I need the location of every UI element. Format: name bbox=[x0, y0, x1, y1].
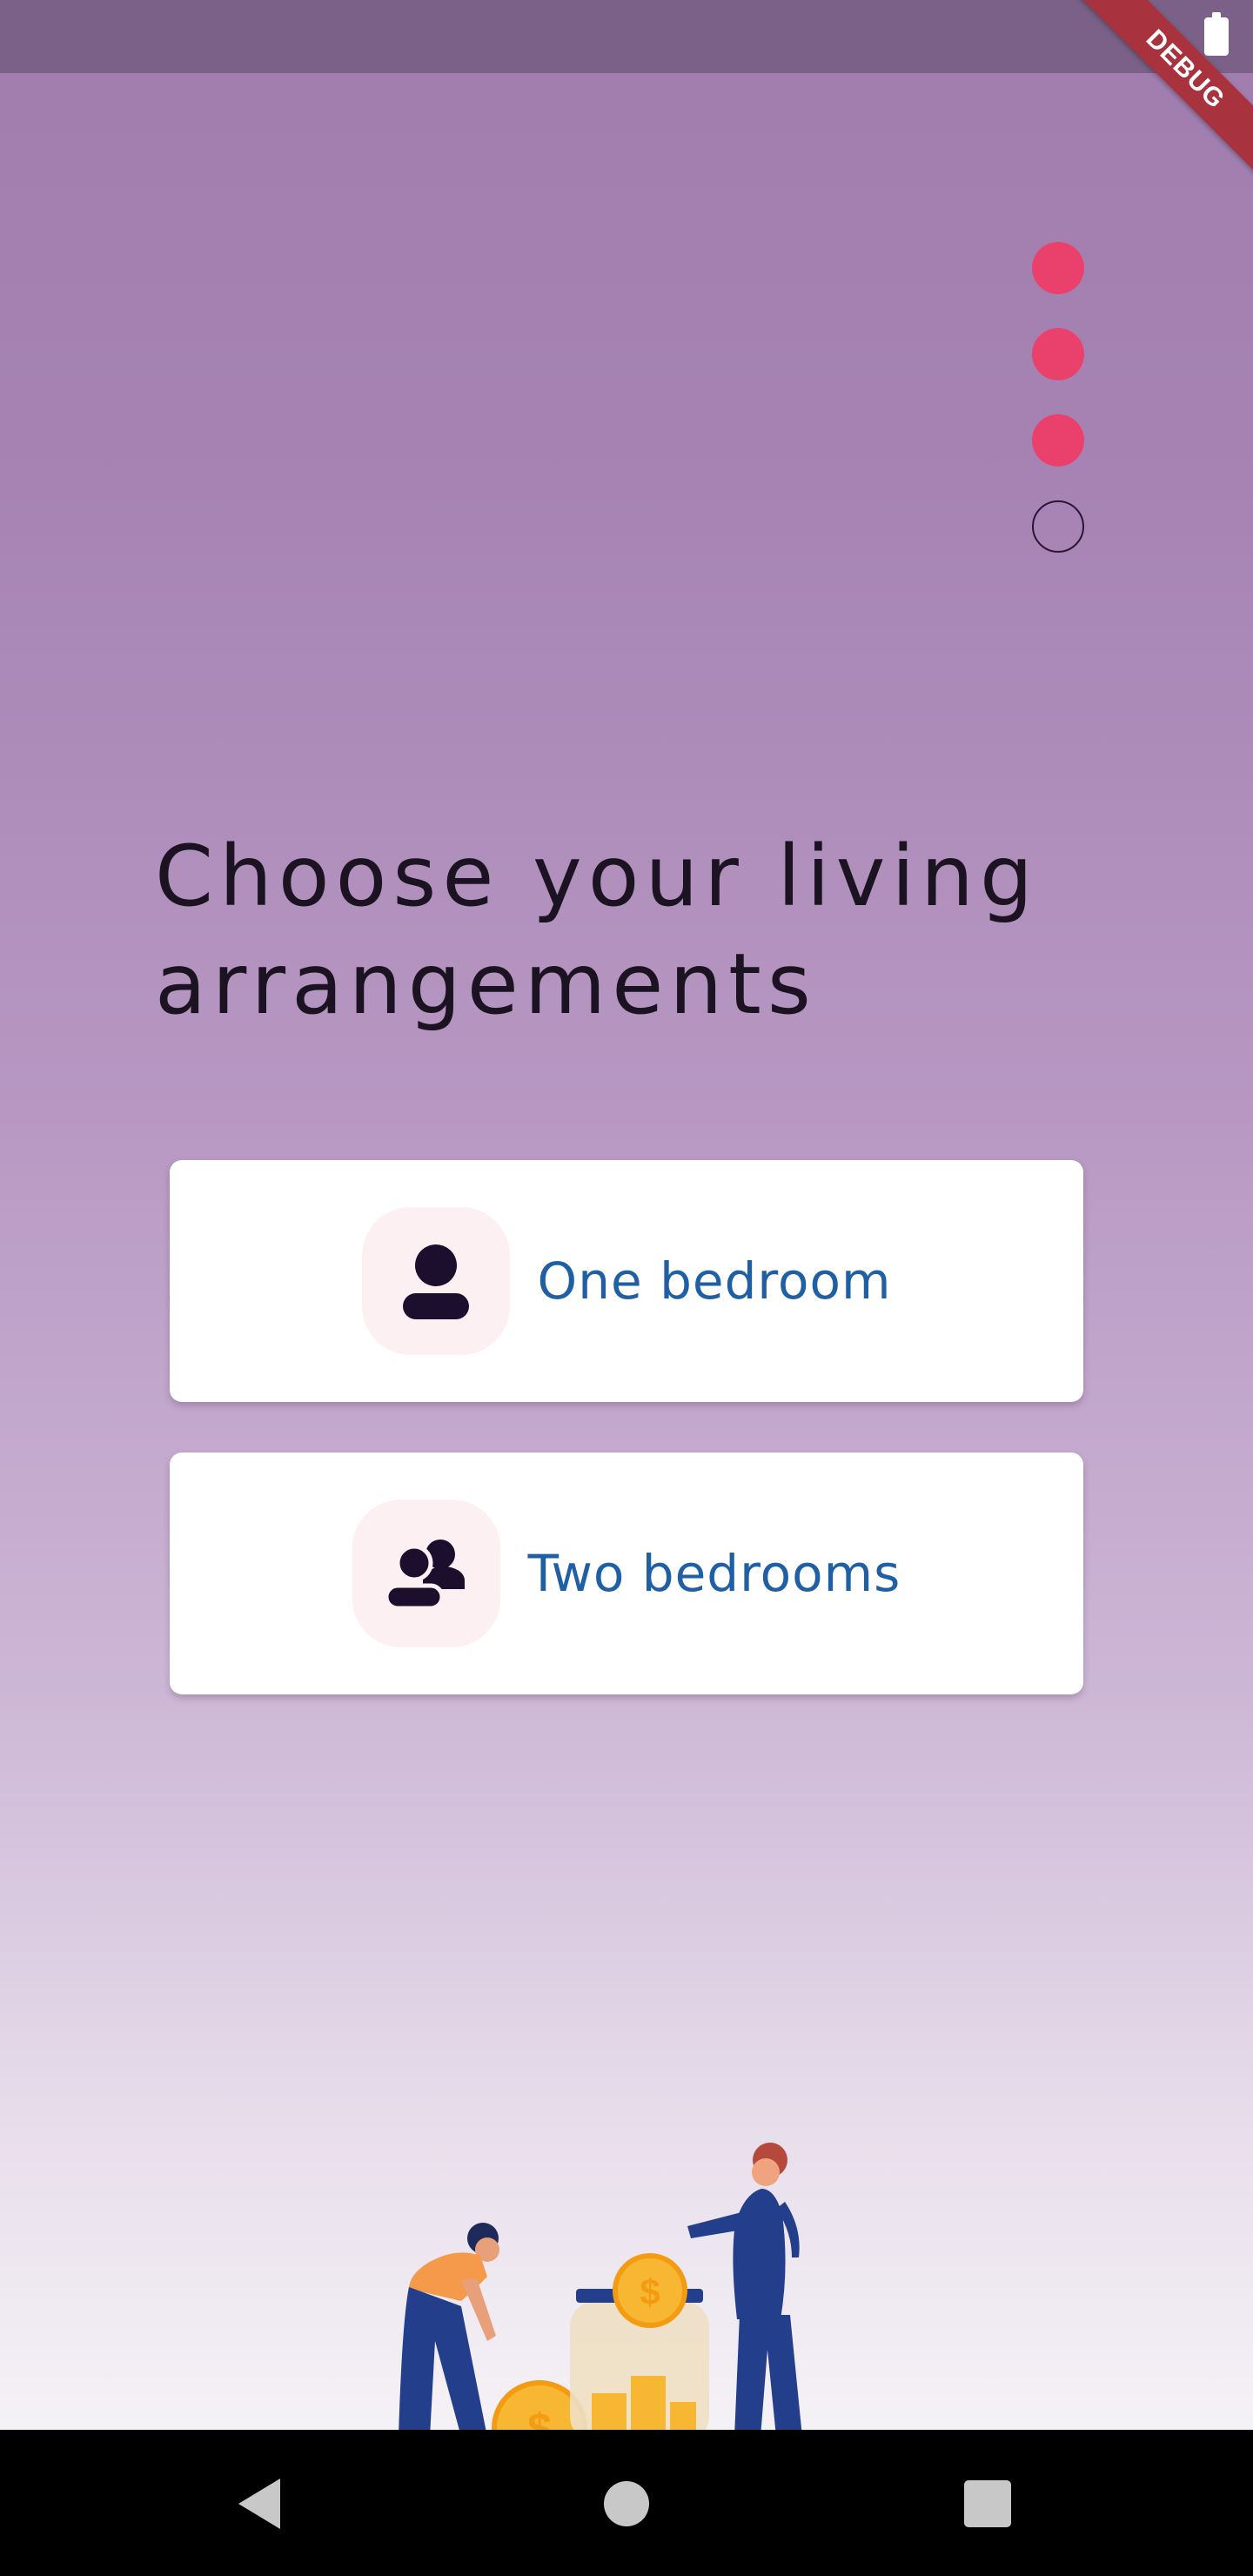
option-label: Two bedrooms bbox=[527, 1544, 901, 1603]
people-saving-coins-illustration: $ $ bbox=[399, 2143, 802, 2430]
option-two-bedrooms[interactable]: Two bedrooms bbox=[170, 1452, 1083, 1694]
option-one-bedroom[interactable]: One bedroom bbox=[170, 1160, 1083, 1402]
progress-dot-pending bbox=[1032, 500, 1084, 553]
system-navigation-bar bbox=[0, 2430, 1253, 2576]
page-title: Choose your living arrangements bbox=[155, 828, 1039, 1033]
app-screen: DEBUG Choose your living arrangements On… bbox=[0, 0, 1253, 2430]
progress-dot-complete bbox=[1032, 328, 1084, 380]
battery-icon bbox=[1204, 12, 1229, 56]
progress-dot-complete bbox=[1032, 242, 1084, 294]
status-bar bbox=[0, 0, 1253, 73]
icon-bubble bbox=[361, 1207, 510, 1355]
recents-icon[interactable] bbox=[957, 2473, 1018, 2534]
person-icon bbox=[402, 1244, 469, 1319]
people-icon bbox=[384, 1540, 465, 1610]
svg-text:$: $ bbox=[527, 2405, 552, 2430]
back-icon[interactable] bbox=[231, 2473, 292, 2534]
svg-text:$: $ bbox=[640, 2271, 660, 2312]
option-label: One bedroom bbox=[537, 1251, 892, 1311]
icon-bubble bbox=[352, 1499, 500, 1647]
progress-dot-complete bbox=[1032, 414, 1084, 466]
home-icon[interactable] bbox=[596, 2473, 657, 2534]
